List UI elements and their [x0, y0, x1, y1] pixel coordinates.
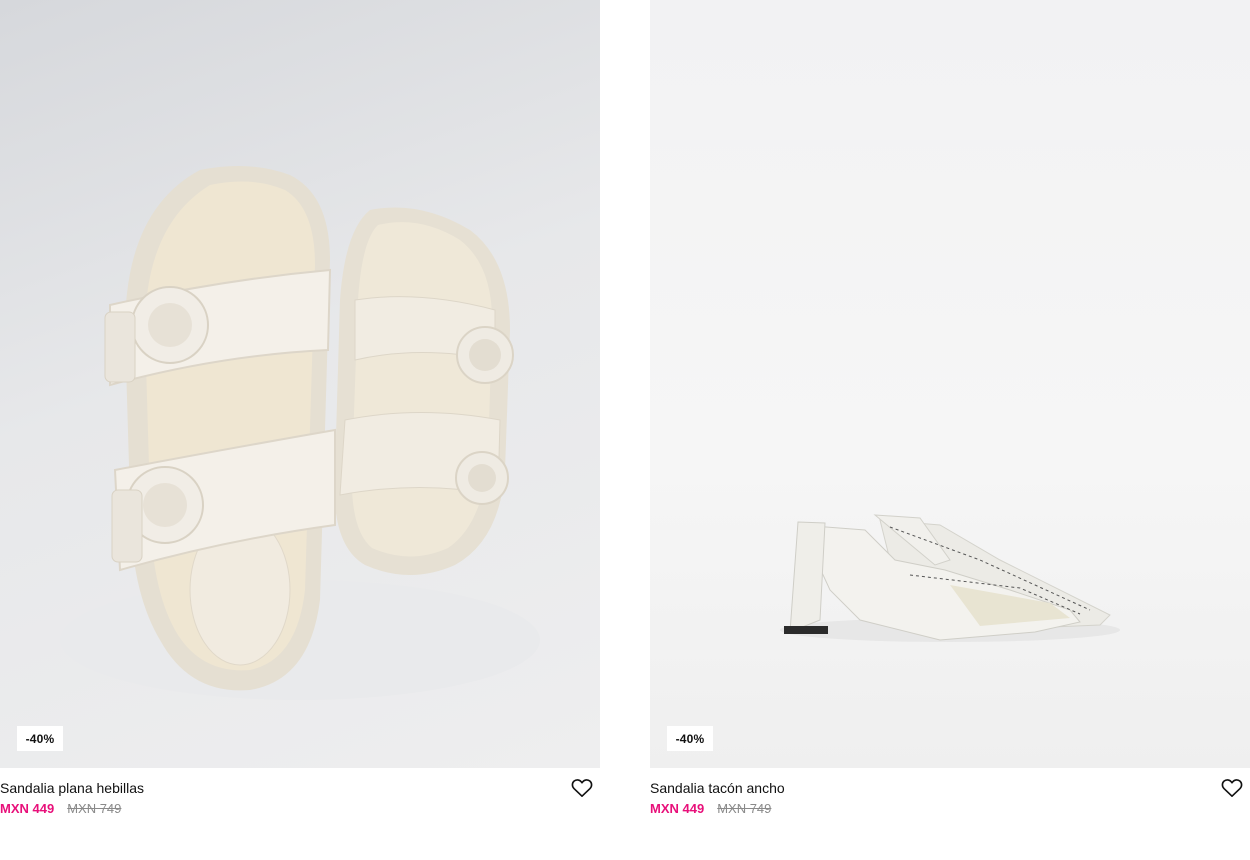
price-group: MXN 449 MXN 749	[0, 801, 121, 816]
product-image[interactable]: -40%	[0, 0, 600, 768]
heeled-mule-illustration	[780, 514, 1120, 642]
product-card[interactable]: -40% Sandalia tacón ancho MXN 449 MXN 74…	[650, 0, 1250, 828]
original-price: MXN 749	[717, 801, 772, 816]
product-info: Sandalia tacón ancho MXN 449 MXN 749	[650, 768, 1250, 828]
product-info: Sandalia plana hebillas MXN 449 MXN 749	[0, 768, 600, 828]
heart-outline-icon	[1221, 779, 1243, 797]
product-grid: -40% Sandalia plana hebillas MXN 449 MXN…	[0, 0, 1250, 860]
add-to-favorites-button[interactable]	[570, 777, 594, 799]
product-name[interactable]: Sandalia tacón ancho	[650, 780, 785, 796]
discount-badge: -40%	[667, 726, 713, 751]
price-group: MXN 449 MXN 749	[650, 801, 771, 816]
current-price: MXN 449	[650, 801, 705, 816]
add-to-favorites-button[interactable]	[1220, 777, 1244, 799]
sandal-buckles-illustration	[60, 166, 540, 700]
heart-outline-icon	[571, 779, 593, 797]
product-name[interactable]: Sandalia plana hebillas	[0, 780, 144, 796]
discount-badge: -40%	[17, 726, 63, 751]
product-image[interactable]: -40%	[650, 0, 1250, 768]
original-price: MXN 749	[67, 801, 122, 816]
current-price: MXN 449	[0, 801, 55, 816]
product-card[interactable]: -40% Sandalia plana hebillas MXN 449 MXN…	[0, 0, 600, 828]
